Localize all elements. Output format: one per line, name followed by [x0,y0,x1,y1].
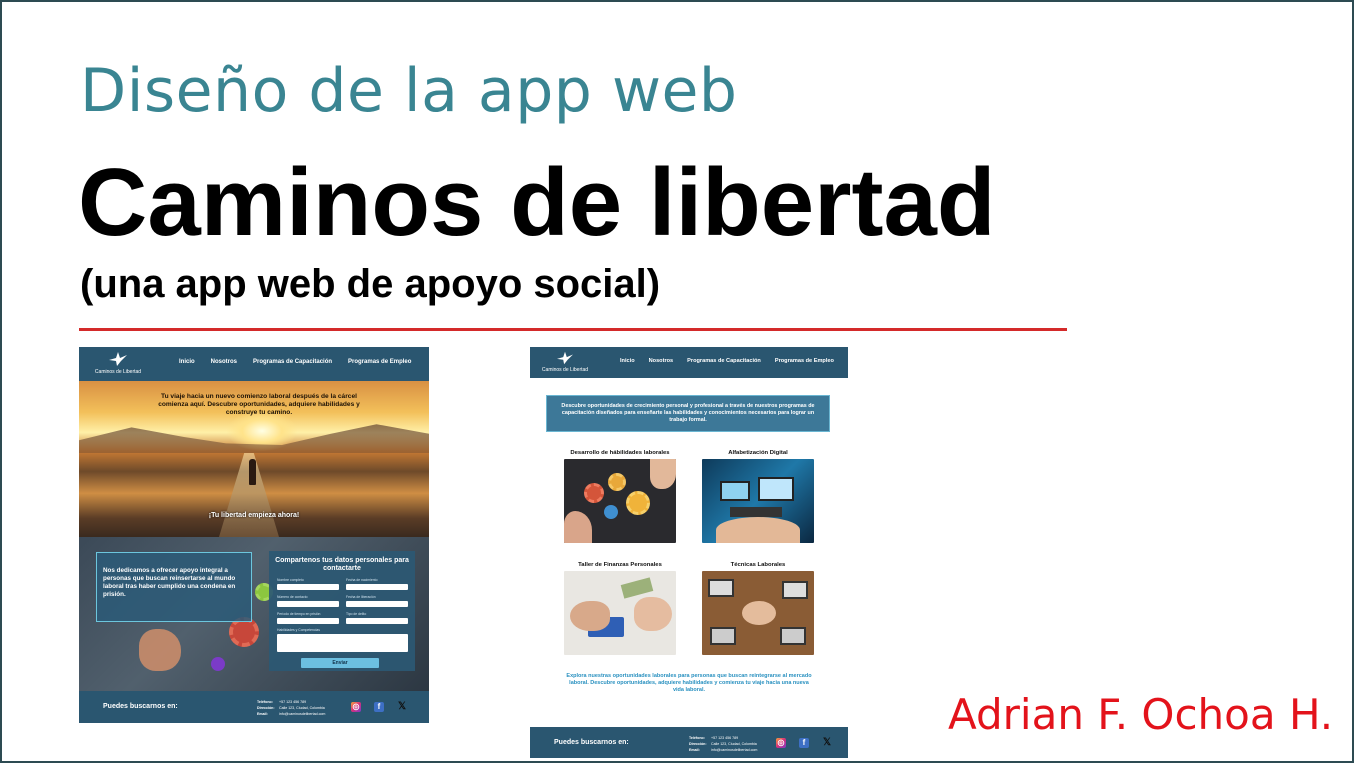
facebook-icon[interactable]: f [799,738,809,748]
footer-label: Puedes buscarnos en: [554,739,629,746]
instagram-icon[interactable]: ◎ [351,702,361,712]
footer-contacts: Teléfono: +57 123 456 789 Dirección: Calle… [689,735,757,753]
programs-intro: Descubre oportunidades de crecimiento pe… [546,395,830,432]
program-card[interactable]: Técnicas Laborales [702,553,814,655]
field-habilidades[interactable]: Habilidades y Competencias [277,628,408,652]
email-value[interactable]: info@caminosdelibertad.com [279,712,325,716]
program-card-title: Técnicas Laborales [730,562,786,568]
hero-text: Tu viaje hacia un nuevo comienzo laboral… [158,393,360,416]
nav-item-capacitacion[interactable]: Programas de Capacitación [253,359,332,365]
field-fecha-liberacion[interactable]: Fecha de liberación [346,595,408,607]
site-navbar: Caminos de Libertad Inicio Nosotros Prog… [530,347,848,378]
field-periodo-prision[interactable]: Período de tiempo en prisión [277,612,339,624]
field-fecha-nacimiento[interactable]: Fecha de nacimiento [346,578,408,590]
field-nombre[interactable]: Nombre completo [277,578,339,590]
site-logo[interactable]: Caminos de Libertad [93,350,143,375]
home-page-mockup: Caminos de Libertad Inicio Nosotros Prog… [79,347,429,723]
logo-text: Caminos de Libertad [541,367,589,373]
logo-text: Caminos de Libertad [94,369,142,375]
address-value: Calle 123, Ciudad, Colombia [711,742,757,746]
nav-item-inicio[interactable]: Inicio [179,359,195,365]
gear-icon [211,657,225,671]
field-tipo-delito[interactable]: Tipo de delito [346,612,408,624]
program-card-image [564,571,676,655]
program-card-title: Alfabetización Digital [728,450,788,456]
program-card[interactable]: Alfabetización Digital [702,441,814,543]
email-label: Email: [257,712,268,716]
site-footer: Puedes buscarnos en: Teléfono: +57 123 45… [530,727,848,758]
about-section: Nos dedicamos a ofrecer apoyo integral a… [79,537,429,691]
instagram-icon[interactable]: ◎ [776,738,786,748]
site-navbar: Caminos de Libertad Inicio Nosotros Prog… [79,347,429,381]
x-icon[interactable]: 𝕏 [822,738,832,748]
nav-item-empleo[interactable]: Programas de Empleo [348,359,411,365]
site-footer: Puedes buscarnos en: Teléfono: +57 123 45… [79,691,429,723]
submit-button[interactable]: Enviar [301,658,379,668]
email-label: Email: [689,748,700,752]
footer-contacts: Teléfono: +57 123 456 789 Dirección: Calle… [257,699,325,717]
address-value: Calle 123, Ciudad, Colombia [279,706,325,710]
nav-links: Inicio Nosotros Programas de Capacitació… [620,358,834,364]
bird-logo-icon [557,351,573,365]
phone-value: +57 123 456 789 [711,736,739,740]
social-links: ◎ f 𝕏 [351,702,407,712]
hero-walker [249,459,256,485]
nav-item-capacitacion[interactable]: Programas de Capacitación [687,358,761,364]
facebook-icon[interactable]: f [374,702,384,712]
nav-item-inicio[interactable]: Inicio [620,358,635,364]
bird-logo-icon [109,352,127,366]
program-card-image [564,459,676,543]
hero-subtext: ¡Tu libertad empieza ahora! [208,512,300,519]
title-divider [79,328,1067,331]
nav-item-nosotros[interactable]: Nosotros [211,359,237,365]
program-card-image [702,571,814,655]
field-label: Habilidades y Competencias [277,628,320,632]
form-title: Compartenos tus datos personales para co… [275,557,409,572]
field-label: Período de tiempo en prisión [277,612,321,616]
program-card-image [702,459,814,543]
program-card-title: Desarrollo de hábilidades laborales [570,450,670,456]
field-label: Fecha de nacimiento [346,578,378,582]
x-icon[interactable]: 𝕏 [397,702,407,712]
program-card[interactable]: Taller de Finanzas Personales [564,553,676,655]
phone-value: +57 123 456 789 [279,700,307,704]
slide-tagline: (una app web de apoyo social) [80,262,661,306]
slide-title: Caminos de libertad [78,149,996,256]
field-label: Fecha de liberación [346,595,376,599]
field-label: Número de contacto [277,595,308,599]
program-card[interactable]: Desarrollo de hábilidades laborales [564,441,676,543]
field-contacto[interactable]: Número de contacto [277,595,339,607]
footer-label: Puedes buscarnos en: [103,703,178,710]
email-value[interactable]: info@caminosdelibertad.com [711,748,757,752]
nav-item-empleo[interactable]: Programas de Empleo [775,358,834,364]
field-label: Nombre completo [277,578,304,582]
programs-page-mockup: Caminos de Libertad Inicio Nosotros Prog… [530,347,848,758]
hero-banner: Tu viaje hacia un nuevo comienzo laboral… [79,381,429,537]
hand-image [139,629,181,671]
nav-links: Inicio Nosotros Programas de Capacitació… [179,359,411,365]
site-logo[interactable]: Caminos de Libertad [540,350,590,373]
programs-closing-text: Explora nuestras oportunidades laborales… [566,673,812,693]
nav-item-nosotros[interactable]: Nosotros [649,358,674,364]
contact-form: Compartenos tus datos personales para co… [269,551,415,671]
about-info-box: Nos dedicamos a ofrecer apoyo integral a… [96,552,252,622]
slide-subtitle: Diseño de la app web [80,56,738,126]
program-card-title: Taller de Finanzas Personales [578,562,662,568]
social-links: ◎ f 𝕏 [776,738,832,748]
field-label: Tipo de delito [346,612,367,616]
author-name: Adrian F. Ochoa H. [948,690,1334,739]
